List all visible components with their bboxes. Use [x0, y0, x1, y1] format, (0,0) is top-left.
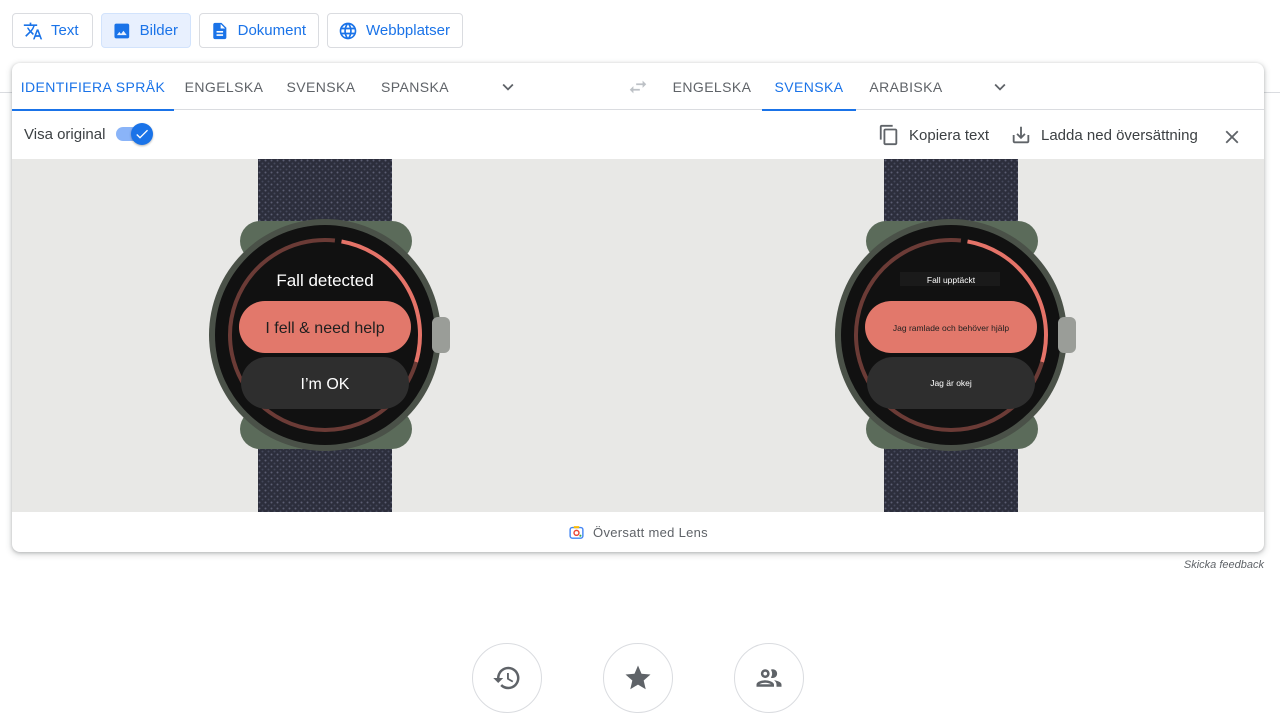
show-original-toggle[interactable] [116, 123, 153, 145]
translate-icon [23, 22, 43, 39]
chevron-down-icon [994, 83, 1006, 91]
download-icon [1012, 126, 1030, 144]
lens-caption: Översatt med Lens [593, 524, 708, 540]
language-bar: IDENTIFIERA SPRÅK ENGELSKA SVENSKA SPANS… [12, 63, 1264, 111]
source-tab-spanish[interactable]: SPANSKA [368, 63, 462, 110]
original-primary: I fell & need help [265, 320, 384, 337]
saved-button[interactable] [603, 643, 673, 713]
source-tab-swedish[interactable]: SVENSKA [274, 63, 368, 110]
translated-title: Fall upptäckt [927, 275, 976, 285]
image-comparison: Fall detected I fell & need help I’m OK [12, 159, 1264, 512]
copy-icon [879, 124, 898, 146]
star-icon [625, 665, 651, 690]
mode-text-button[interactable]: Text [12, 13, 93, 48]
original-secondary: I’m OK [301, 376, 350, 393]
lens-icon [569, 525, 584, 539]
swap-languages-button[interactable] [622, 71, 654, 103]
copy-text-label: Kopiera text [909, 126, 990, 144]
target-more-button[interactable] [984, 71, 1016, 103]
image-icon [114, 23, 130, 38]
mode-websites-label: Webbplatser [366, 22, 450, 39]
source-more-button[interactable] [492, 71, 524, 103]
globe-icon [339, 22, 357, 39]
history-icon [493, 666, 520, 690]
people-icon [756, 669, 782, 687]
original-title: Fall detected [276, 271, 373, 290]
mode-images-label: Bilder [139, 22, 178, 39]
source-tab-english[interactable]: ENGELSKA [174, 63, 274, 110]
check-icon [136, 129, 148, 139]
close-button[interactable] [1216, 121, 1248, 153]
image-toolbar: Visa original Kopiera text Ladda ned öve… [12, 111, 1264, 159]
mode-images-button[interactable]: Bilder [101, 13, 191, 48]
document-icon [213, 22, 227, 39]
lens-attribution: Översatt med Lens [12, 512, 1264, 552]
translated-watch-illustration: Fall upptäckt Jag ramlade och behöver hj… [835, 159, 1076, 512]
send-feedback-link[interactable]: Skicka feedback [1184, 559, 1264, 571]
translation-card: IDENTIFIERA SPRÅK ENGELSKA SVENSKA SPANS… [12, 63, 1264, 552]
copy-text-button[interactable]: Kopiera text [878, 121, 989, 149]
target-tab-swedish[interactable]: SVENSKA [762, 63, 856, 111]
translated-primary: Jag ramlade och behöver hjälp [893, 323, 1010, 333]
translated-image: Fall upptäckt Jag ramlade och behöver hj… [638, 159, 1264, 512]
original-watch-illustration: Fall detected I fell & need help I’m OK [209, 159, 450, 512]
contribute-button[interactable] [734, 643, 804, 713]
toggle-knob [131, 123, 153, 145]
mode-text-label: Text [51, 22, 79, 39]
swap-icon [629, 80, 647, 94]
download-translation-button[interactable]: Ladda ned översättning [1010, 121, 1198, 149]
mode-websites-button[interactable]: Webbplatser [327, 13, 463, 48]
source-tab-detect[interactable]: IDENTIFIERA SPRÅK [12, 63, 174, 111]
mode-documents-label: Dokument [237, 22, 306, 39]
history-button[interactable] [472, 643, 542, 713]
chevron-down-icon [502, 83, 514, 91]
download-label: Ladda ned översättning [1041, 126, 1198, 144]
translated-secondary: Jag är okej [930, 378, 972, 388]
original-image: Fall detected I fell & need help I’m OK [12, 159, 638, 512]
target-tab-english[interactable]: ENGELSKA [662, 63, 762, 110]
mode-documents-button[interactable]: Dokument [199, 13, 319, 48]
close-icon [1225, 130, 1239, 144]
top-bar [0, 0, 1280, 64]
show-original-label: Visa original [24, 126, 106, 143]
target-tab-arabic[interactable]: ARABISKA [856, 63, 956, 110]
